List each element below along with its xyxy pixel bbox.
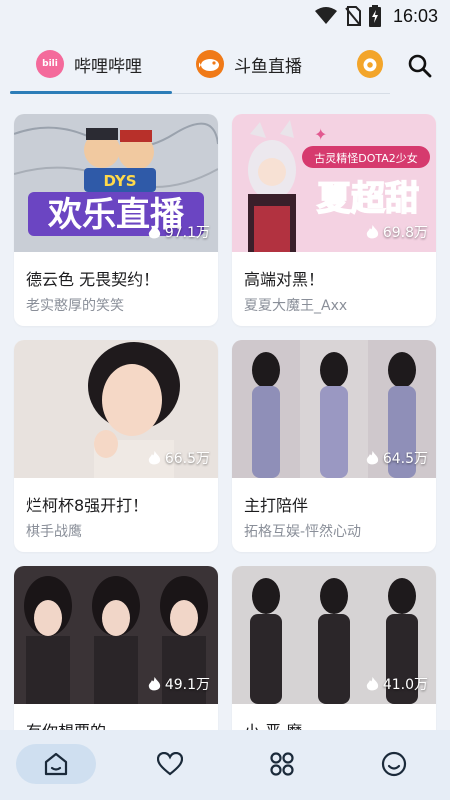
status-time: 16:03 [392, 5, 438, 26]
platform-tabs: bili 哔哩哔哩 斗鱼直播 [0, 40, 450, 96]
nav-profile[interactable] [374, 744, 414, 784]
room-card[interactable]: 64.5万 主打陪伴 拓格互娱-怦然心动 [232, 340, 436, 552]
active-tab-indicator [10, 91, 172, 94]
huya-logo [357, 50, 383, 78]
flame-icon [366, 676, 378, 690]
room-title: 主打陪伴 [244, 496, 309, 515]
battery-charging-icon [368, 5, 381, 27]
viewer-count: 66.5万 [148, 448, 210, 468]
flame-icon [148, 676, 160, 690]
tab-huya[interactable] [357, 46, 383, 82]
room-thumbnail: 66.5万 [14, 340, 218, 478]
douyu-logo [196, 50, 224, 78]
room-title: 烂柯杯8强开打！ [26, 496, 149, 515]
heart-icon [157, 752, 183, 776]
wifi-icon [314, 7, 337, 25]
tab-label: 斗鱼直播 [234, 56, 302, 77]
status-bar: 16:03 [0, 0, 450, 32]
viewer-count: 69.8万 [366, 222, 428, 242]
nav-categories[interactable] [262, 744, 302, 784]
streamer-name: 老实憨厚的笑笑 [26, 298, 124, 314]
thumb-badge-text: 古灵精怪DOTA2少女 [314, 151, 418, 165]
nav-home[interactable] [16, 744, 96, 784]
room-card[interactable]: DYS 欢乐直播 97.1万 德云色 无畏契约！ 老实憨厚的笑笑 [14, 114, 218, 326]
flame-icon [366, 224, 378, 238]
flame-icon [148, 450, 160, 464]
no-sim-icon [345, 6, 361, 26]
streamer-name: 棋手战鹰 [26, 524, 82, 540]
streamer-name: 夏夏大魔王_Axx [244, 298, 348, 314]
flame-icon [366, 450, 378, 464]
grid-icon [270, 752, 294, 776]
search-button[interactable] [406, 52, 434, 80]
room-card[interactable]: 66.5万 烂柯杯8强开打！ 棋手战鹰 [14, 340, 218, 552]
room-thumbnail: 49.1万 [14, 566, 218, 704]
room-title: 高端对黑！ [244, 270, 325, 289]
room-thumbnail: 64.5万 [232, 340, 436, 478]
room-thumbnail: 41.0万 [232, 566, 436, 704]
thumb-badge-text: DYS [103, 172, 136, 190]
home-icon [44, 752, 68, 776]
nav-favorites[interactable] [150, 744, 190, 784]
room-title: 德云色 无畏契约！ [26, 270, 160, 289]
room-thumbnail: DYS 欢乐直播 97.1万 [14, 114, 218, 252]
tab-douyu[interactable]: 斗鱼直播 [196, 46, 302, 82]
room-thumbnail: 古灵精怪DOTA2少女 夏超甜 ✦ 69.8万 [232, 114, 436, 252]
search-icon [408, 54, 432, 78]
viewer-count: 97.1万 [148, 222, 210, 242]
smiley-icon [381, 751, 407, 777]
viewer-count: 41.0万 [366, 674, 428, 694]
bottom-nav [0, 730, 450, 800]
bilibili-logo: bili [36, 50, 64, 78]
tab-bilibili[interactable]: bili 哔哩哔哩 [36, 46, 142, 82]
viewer-count: 64.5万 [366, 448, 428, 468]
tab-label: 哔哩哔哩 [74, 56, 142, 77]
room-card[interactable]: 古灵精怪DOTA2少女 夏超甜 ✦ 69.8万 高端对黑！ 夏夏大魔王_Axx [232, 114, 436, 326]
streamer-name: 拓格互娱-怦然心动 [244, 524, 362, 540]
thumb-title-text: 夏超甜 [317, 179, 419, 219]
flame-icon [148, 224, 160, 238]
thumb-sparkle: ✦ [314, 125, 327, 144]
viewer-count: 49.1万 [148, 674, 210, 694]
